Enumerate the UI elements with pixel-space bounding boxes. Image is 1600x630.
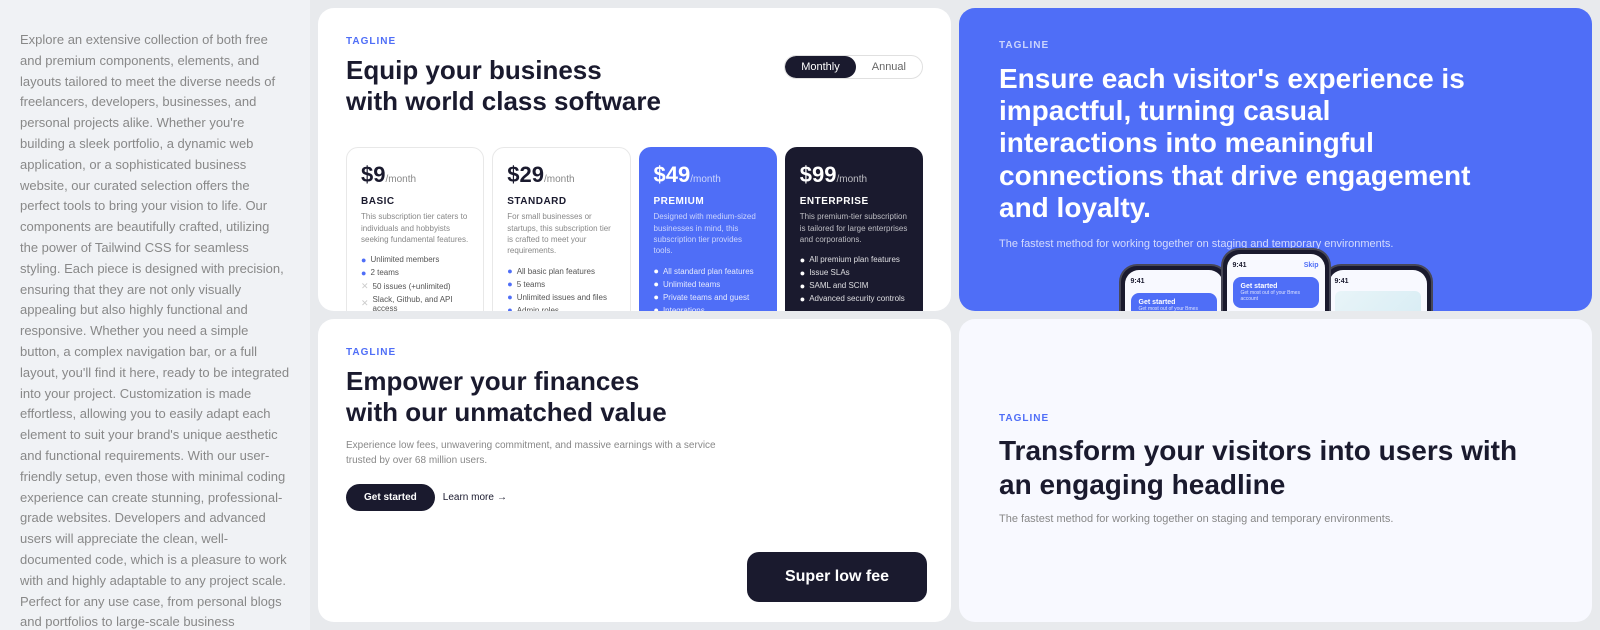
pricing-panel: TAGLINE Equip your businesswith world cl… bbox=[318, 8, 951, 311]
premium-features: ● All standard plan features ● Unlimited… bbox=[654, 266, 762, 311]
standard-price: $29 bbox=[507, 162, 544, 188]
check-icon: ● bbox=[800, 268, 805, 278]
check-icon: ● bbox=[654, 279, 659, 289]
phone2-time: 9:41 bbox=[1233, 262, 1247, 269]
finance-title: Empower your financeswith our unmatched … bbox=[346, 366, 923, 428]
check-icon: ● bbox=[507, 279, 512, 289]
phone2-skip: Skip bbox=[1304, 262, 1319, 269]
phone1-sublabel: Get most out of your Bmes account bbox=[1139, 306, 1209, 311]
basic-period: /month bbox=[385, 174, 416, 185]
finance-learn-more[interactable]: Learn more → bbox=[443, 492, 507, 503]
pricing-toggle[interactable]: Monthly Annual bbox=[784, 55, 923, 79]
cross-icon: ✕ bbox=[361, 298, 369, 309]
plan-enterprise: $99 /month ENTERPRISE This premium-tier … bbox=[785, 147, 923, 311]
basic-price: $9 bbox=[361, 162, 385, 188]
check-icon: ● bbox=[654, 305, 659, 311]
premium-desc: Designed with medium-sized businesses in… bbox=[654, 211, 762, 256]
finance-tagline: TAGLINE bbox=[346, 347, 923, 358]
finance-get-started[interactable]: Get started bbox=[346, 484, 435, 511]
enterprise-features: ● All premium plan features ● Issue SLAs… bbox=[800, 255, 908, 304]
enterprise-desc: This premium-tier subscription is tailor… bbox=[800, 211, 908, 245]
arrow-icon: → bbox=[497, 492, 507, 503]
hero-panel: TAGLINE Ensure each visitor's experience… bbox=[959, 8, 1592, 311]
pricing-title: Equip your businesswith world class soft… bbox=[346, 55, 661, 117]
premium-tier: PREMIUM bbox=[654, 196, 762, 207]
premium-period: /month bbox=[690, 174, 721, 185]
basic-tier: BASIC bbox=[361, 196, 469, 207]
standard-desc: For small businesses or startups, this s… bbox=[507, 211, 615, 256]
sidebar-description: Explore an extensive collection of both … bbox=[20, 30, 290, 630]
cross-icon: ✕ bbox=[361, 281, 369, 292]
check-icon: ● bbox=[507, 292, 512, 302]
phone1-time: 9:41 bbox=[1131, 278, 1145, 285]
super-low-fee-label: Super low fee bbox=[785, 568, 889, 586]
plan-premium: $49 /month PREMIUM Designed with medium-… bbox=[639, 147, 777, 311]
hero-subtitle: The fastest method for working together … bbox=[999, 236, 1399, 253]
standard-period: /month bbox=[544, 174, 575, 185]
basic-features: ● Unlimited members ● 2 teams ✕ 50 issue… bbox=[361, 255, 469, 311]
check-icon: ● bbox=[507, 305, 512, 311]
plan-basic: $9 /month BASIC This subscription tier c… bbox=[346, 147, 484, 311]
check-icon: ● bbox=[361, 268, 366, 278]
toggle-annual[interactable]: Annual bbox=[856, 56, 922, 78]
check-icon: ● bbox=[654, 292, 659, 302]
phone-mockup-3: 9:41 bbox=[1323, 264, 1433, 311]
finance-buttons: Get started Learn more → bbox=[346, 484, 923, 511]
bottom-right-title: Transform your visitors into users with … bbox=[999, 434, 1552, 501]
check-icon: ● bbox=[361, 255, 366, 265]
check-icon: ● bbox=[800, 255, 805, 265]
sidebar: Explore an extensive collection of both … bbox=[0, 0, 310, 630]
toggle-monthly[interactable]: Monthly bbox=[785, 56, 856, 78]
bottom-right-desc: The fastest method for working together … bbox=[999, 511, 1552, 528]
bottom-right-panel: TAGLINE Transform your visitors into use… bbox=[959, 319, 1592, 622]
basic-desc: This subscription tier caters to individ… bbox=[361, 211, 469, 245]
main-content: TAGLINE Equip your businesswith world cl… bbox=[310, 0, 1600, 630]
check-icon: ● bbox=[507, 266, 512, 276]
check-icon: ● bbox=[654, 266, 659, 276]
hero-tagline: TAGLINE bbox=[999, 40, 1552, 51]
phone2-sublabel: Get most out of your Bmes account bbox=[1241, 290, 1311, 302]
phone-mockup-1: 9:41 Get started Get most out of your Bm… bbox=[1119, 264, 1229, 311]
standard-tier: STANDARD bbox=[507, 196, 615, 207]
hero-title: Ensure each visitor's experience is impa… bbox=[999, 63, 1479, 224]
phone1-label: Get started bbox=[1139, 299, 1209, 306]
premium-price: $49 bbox=[654, 162, 691, 188]
enterprise-price: $99 bbox=[800, 162, 837, 188]
check-icon: ● bbox=[800, 294, 805, 304]
enterprise-tier: ENTERPRISE bbox=[800, 196, 908, 207]
finance-panel: TAGLINE Empower your financeswith our un… bbox=[318, 319, 951, 622]
phone3-time: 9:41 bbox=[1335, 278, 1349, 285]
phone-mockup-2: 9:41 Skip Get started Get most out of yo… bbox=[1221, 248, 1331, 311]
check-icon: ● bbox=[800, 281, 805, 291]
phone2-label: Get started bbox=[1241, 283, 1311, 290]
finance-desc: Experience low fees, unwavering commitme… bbox=[346, 438, 746, 468]
bottom-right-tagline: TAGLINE bbox=[999, 413, 1552, 424]
pricing-tagline: TAGLINE bbox=[346, 36, 923, 47]
super-low-fee-box: Super low fee bbox=[747, 552, 927, 602]
pricing-grid: $9 /month BASIC This subscription tier c… bbox=[346, 147, 923, 311]
enterprise-period: /month bbox=[836, 174, 867, 185]
standard-features: ● All basic plan features ● 5 teams ● Un… bbox=[507, 266, 615, 311]
plan-standard: $29 /month STANDARD For small businesses… bbox=[492, 147, 630, 311]
